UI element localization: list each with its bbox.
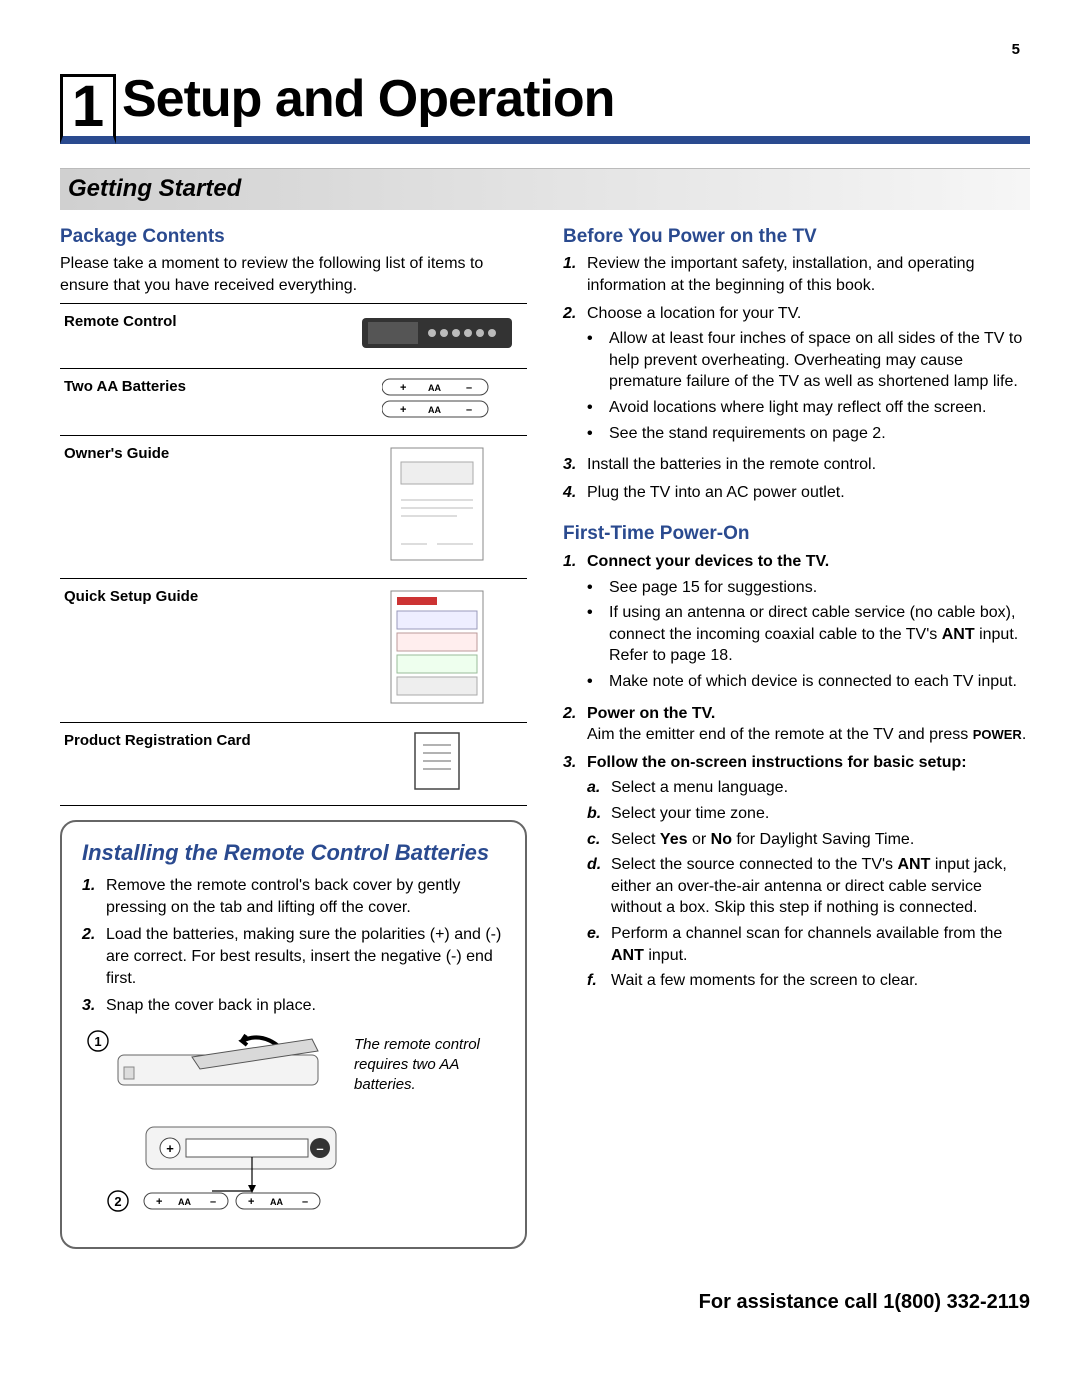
quick-setup-image: [347, 579, 527, 722]
package-intro: Please take a moment to review the follo…: [60, 253, 527, 296]
item-owners-guide: Owner's Guide: [60, 436, 347, 579]
registration-image: [347, 722, 527, 805]
section-title: Getting Started: [60, 168, 1030, 209]
callout-step-1: Remove the remote control's back cover b…: [106, 875, 505, 918]
before-step-2-bullet-2: Avoid locations where light may reflect …: [609, 397, 986, 419]
first-step-1-bullet-2: If using an antenna or direct cable serv…: [609, 602, 1030, 667]
chapter-title: Setup and Operation: [122, 64, 1030, 134]
first-step-2-text: Aim the emitter end of the remote at the…: [587, 726, 1026, 743]
first-time-heading: First-Time Power-On: [563, 521, 1030, 547]
batteries-image: + AA – + AA –: [347, 368, 527, 435]
callout-step-3: Snap the cover back in place.: [106, 995, 505, 1017]
owners-guide-image: [347, 436, 527, 579]
svg-text:AA: AA: [428, 405, 441, 415]
chapter-number: 1: [60, 74, 116, 144]
item-batteries: Two AA Batteries: [60, 368, 347, 435]
svg-text:AA: AA: [428, 383, 441, 393]
svg-text:–: –: [466, 382, 472, 394]
remote-control-image: [347, 303, 527, 368]
first-step-1-bullet-1: See page 15 for suggestions.: [609, 577, 817, 599]
item-remote-control: Remote Control: [60, 303, 347, 368]
svg-text:–: –: [316, 1141, 323, 1156]
package-contents-heading: Package Contents: [60, 224, 527, 250]
step3-c: Select Yes or No for Daylight Saving Tim…: [611, 829, 914, 851]
battery-callout: Installing the Remote Control Batteries …: [60, 820, 527, 1249]
before-step-2-bullet-1: Allow at least four inches of space on a…: [609, 328, 1030, 393]
before-step-3: Install the batteries in the remote cont…: [587, 454, 1030, 476]
svg-text:+: +: [400, 382, 406, 394]
battery-diagram: 1 + – 2: [82, 1027, 342, 1234]
before-step-2-bullet-3: See the stand requirements on page 2.: [609, 423, 886, 445]
svg-text:AA: AA: [270, 1197, 283, 1207]
first-step-3-title: Follow the on-screen instructions for ba…: [587, 754, 967, 771]
step3-d: Select the source connected to the TV's …: [611, 854, 1030, 919]
diagram-caption: The remote control requires two AA batte…: [354, 1027, 484, 1096]
svg-text:+: +: [156, 1196, 162, 1208]
svg-text:AA: AA: [178, 1197, 191, 1207]
page-number: 5: [60, 40, 1020, 60]
svg-text:–: –: [466, 404, 472, 416]
footer-assistance: For assistance call 1(800) 332-2119: [60, 1289, 1030, 1316]
svg-text:–: –: [210, 1196, 216, 1208]
svg-text:–: –: [302, 1196, 308, 1208]
svg-text:2: 2: [114, 1194, 121, 1209]
svg-text:+: +: [400, 404, 406, 416]
chapter-header: 1 Setup and Operation: [60, 64, 1030, 144]
package-contents-table: Remote Control Two AA Batteries + AA – + AA…: [60, 303, 527, 806]
step3-b: Select your time zone.: [611, 803, 769, 825]
first-step-1-title: Connect your devices to the TV.: [587, 553, 829, 570]
item-quick-setup: Quick Setup Guide: [60, 579, 347, 722]
before-step-2: Choose a location for your TV.: [587, 305, 801, 322]
left-column: Package Contents Please take a moment to…: [60, 218, 527, 1250]
before-step-1: Review the important safety, installatio…: [587, 253, 1030, 296]
callout-title: Installing the Remote Control Batteries: [82, 840, 505, 865]
before-power-heading: Before You Power on the TV: [563, 224, 1030, 250]
step3-a: Select a menu language.: [611, 777, 788, 799]
before-step-4: Plug the TV into an AC power outlet.: [587, 482, 1030, 504]
step3-e: Perform a channel scan for channels avai…: [611, 923, 1030, 966]
item-registration: Product Registration Card: [60, 722, 347, 805]
svg-text:+: +: [248, 1196, 254, 1208]
right-column: Before You Power on the TV 1.Review the …: [563, 218, 1030, 1250]
step3-f: Wait a few moments for the screen to cle…: [611, 970, 918, 992]
first-step-1-bullet-3: Make note of which device is connected t…: [609, 671, 1017, 693]
svg-text:1: 1: [94, 1034, 101, 1049]
first-step-2-title: Power on the TV.: [587, 705, 715, 722]
svg-text:+: +: [166, 1141, 174, 1156]
callout-step-2: Load the batteries, making sure the pola…: [106, 924, 505, 989]
